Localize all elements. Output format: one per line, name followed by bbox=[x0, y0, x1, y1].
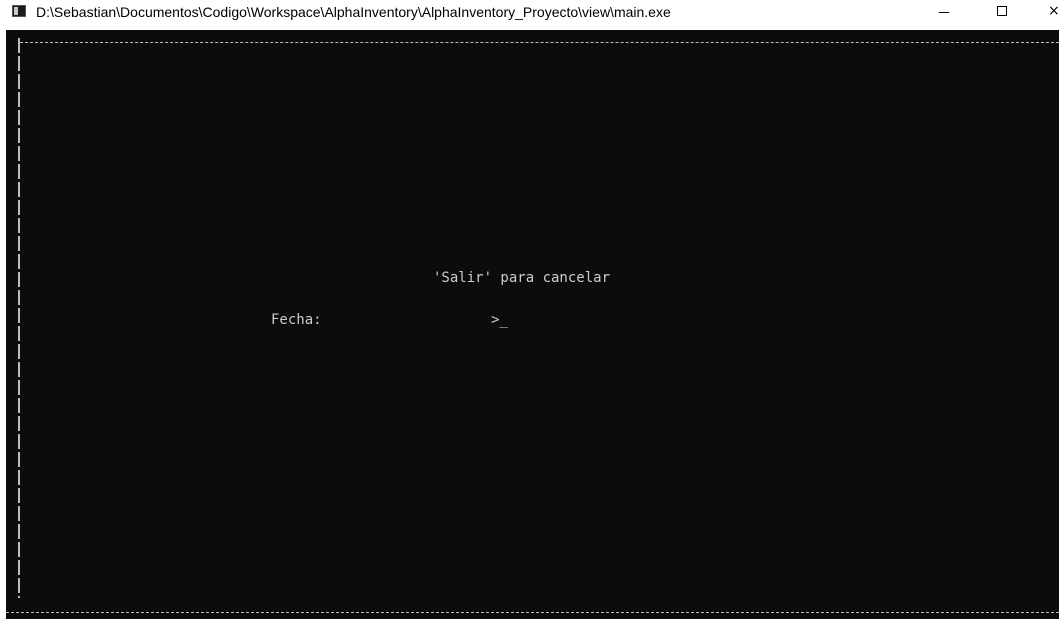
console-window: D:\Sebastian\Documentos\Codigo\Workspace… bbox=[0, 0, 1059, 619]
bottom-dashed-border bbox=[6, 612, 1059, 613]
console-app-icon[interactable] bbox=[12, 5, 26, 17]
input-prompt-cursor[interactable]: >_ bbox=[491, 311, 508, 329]
cancel-hint-text: 'Salir' para cancelar bbox=[433, 270, 611, 286]
window-title: D:\Sebastian\Documentos\Codigo\Workspace… bbox=[36, 4, 671, 20]
close-button[interactable]: × bbox=[1040, 0, 1059, 24]
console-output-area[interactable]: 'Salir' para cancelar Fecha: >_ bbox=[6, 30, 1059, 619]
left-border bbox=[18, 38, 20, 598]
top-dashed-border bbox=[20, 42, 1059, 43]
maximize-button[interactable] bbox=[980, 0, 1026, 24]
date-field-label: Fecha: bbox=[271, 312, 322, 328]
minimize-button[interactable] bbox=[921, 0, 967, 24]
close-icon: × bbox=[1048, 3, 1059, 19]
maximize-icon bbox=[997, 6, 1007, 16]
title-bar[interactable]: D:\Sebastian\Documentos\Codigo\Workspace… bbox=[0, 0, 1059, 30]
minimize-icon bbox=[939, 12, 949, 13]
